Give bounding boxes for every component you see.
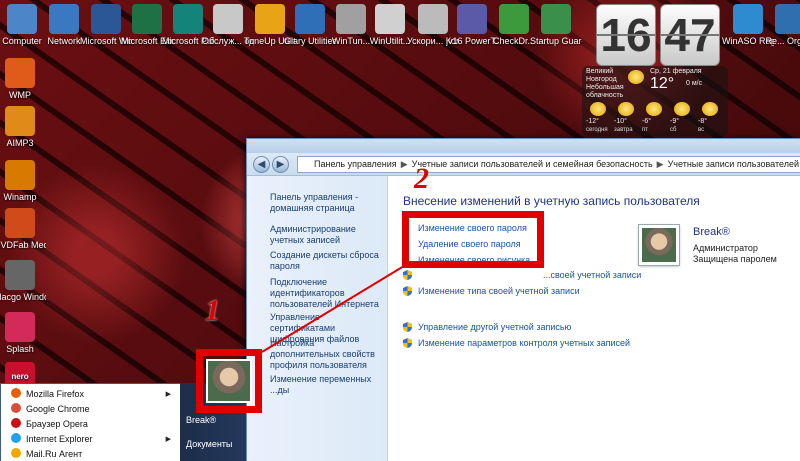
annotation-marker-1: 1 [205, 294, 220, 327]
annotation-arrow [261, 265, 405, 353]
annotation-marker-2: 2 [414, 162, 429, 195]
desktop: ComputerNetworkMicrosoft Word 2010Micros… [0, 0, 800, 461]
